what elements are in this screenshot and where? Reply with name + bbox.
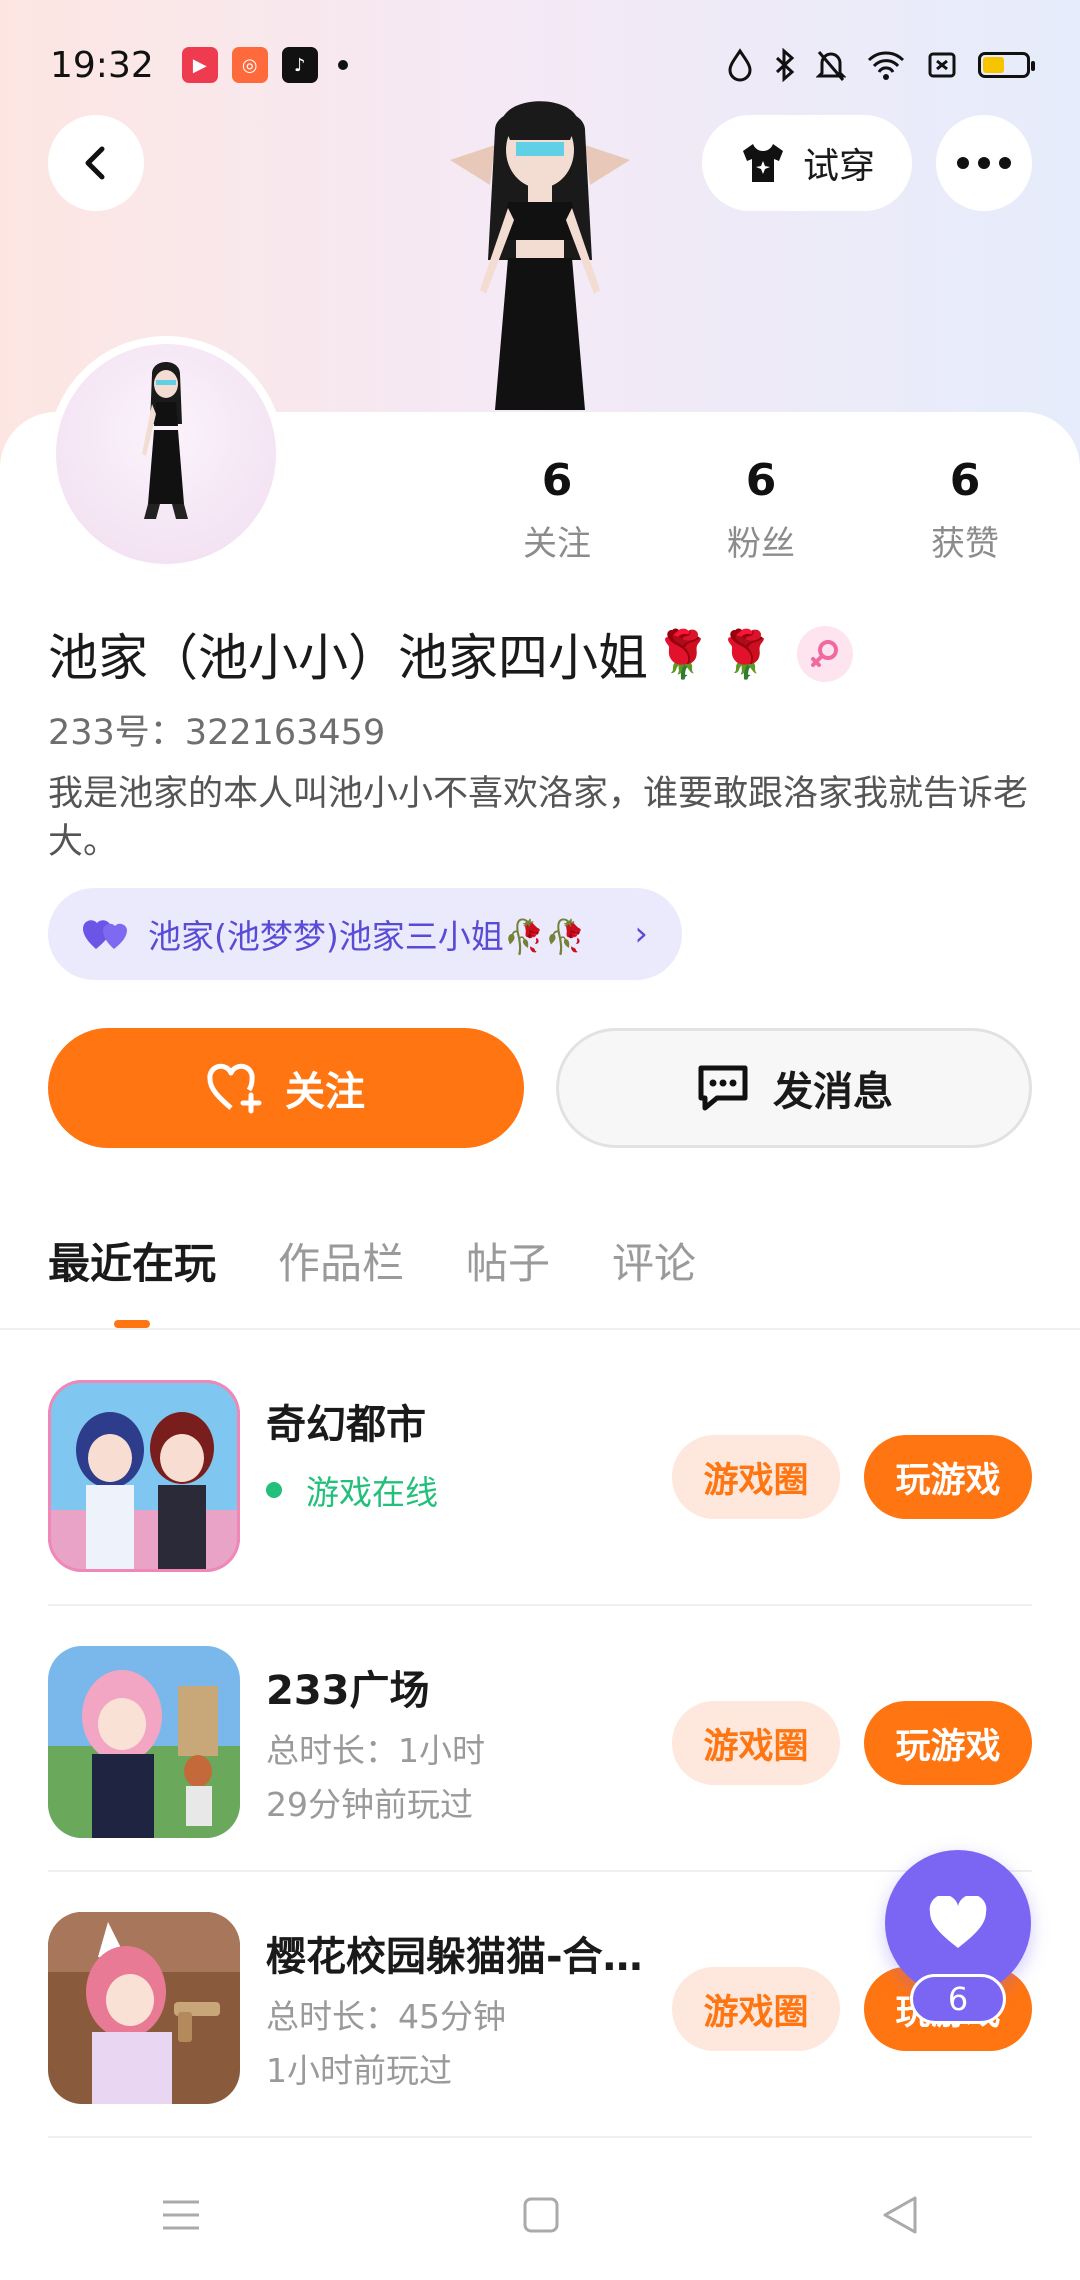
more-options-button[interactable] [936, 115, 1032, 211]
tshirt-icon [742, 144, 783, 182]
play-game-button[interactable]: 玩游戏 [864, 1701, 1032, 1785]
game-icon-233-plaza[interactable] [48, 1646, 240, 1838]
menu-icon[interactable] [161, 2198, 201, 2232]
notification-dot-icon [337, 60, 348, 70]
double-heart-icon [83, 920, 127, 949]
game-circle-button[interactable]: 游戏圈 [672, 1435, 840, 1519]
like-count-badge: 6 [910, 1974, 1006, 2024]
user-id: 233号：322163459 [48, 713, 386, 753]
profile-stats: 6 关注 6 粉丝 6 获赞 [0, 455, 1080, 585]
play-duration: 总时长：45分钟 [266, 1997, 506, 2036]
tab-label: 帖子 [466, 1239, 551, 1288]
tab-label: 作品栏 [278, 1239, 405, 1288]
tab-comments[interactable]: 评论 [612, 1230, 696, 1300]
likes-count: 6 [949, 455, 981, 506]
play-duration: 总时长：1小时 [266, 1731, 485, 1770]
back-button[interactable] [48, 115, 144, 211]
game-icon-qihuan[interactable] [48, 1380, 240, 1572]
try-on-label: 试穿 [802, 146, 875, 187]
relationship-text: 池家(池梦梦)池家三小姐🥀🥀 [148, 917, 586, 956]
more-dots-icon [957, 157, 1011, 169]
tabs-divider [0, 1328, 1080, 1330]
username: 池家（池小小）池家四小姐 🌹 🌹 [48, 618, 853, 690]
back-nav-icon[interactable] [881, 2195, 919, 2235]
online-status: 游戏在线 [266, 1466, 438, 1514]
tab-posts[interactable]: 帖子 [466, 1230, 550, 1300]
list-item[interactable]: 233广场 总时长：1小时 29分钟前玩过 游戏圈 玩游戏 [48, 1606, 1032, 1872]
following-count: 6 [541, 455, 573, 506]
tab-recently-played[interactable]: 最近在玩 [48, 1230, 217, 1328]
system-navigation-bar [0, 2150, 1080, 2280]
tab-works[interactable]: 作品栏 [278, 1230, 404, 1300]
game-circle-button[interactable]: 游戏圈 [672, 1701, 840, 1785]
play-game-button[interactable]: 玩游戏 [864, 1435, 1032, 1519]
water-drop-icon [728, 48, 752, 82]
last-played: 29分钟前玩过 [266, 1785, 473, 1824]
message-label: 发消息 [773, 1069, 893, 1115]
follow-label: 关注 [285, 1069, 365, 1115]
stat-followers[interactable]: 6 粉丝 [691, 455, 831, 565]
likes-label: 获赞 [931, 524, 999, 564]
last-played: 1小时前玩过 [266, 2051, 452, 2090]
rose-emoji: 🌹 [717, 626, 775, 681]
game-icon-sakura-school[interactable] [48, 1912, 240, 2104]
game-title: 233广场 [266, 1668, 430, 1714]
female-gender-icon [796, 626, 853, 682]
chat-bubble-icon [698, 1065, 748, 1111]
kuaishou-icon: ◎ [231, 47, 268, 83]
tiktok-icon: ♪ [281, 47, 318, 83]
list-item[interactable]: 樱花校园躲猫猫-合… 总时长：45分钟 1小时前玩过 游戏圈 玩游戏 [48, 1872, 1032, 2138]
followers-count: 6 [745, 455, 777, 506]
home-icon[interactable] [522, 2196, 560, 2234]
game-title: 樱花校园躲猫猫-合… [266, 1934, 643, 1980]
followers-label: 粉丝 [727, 524, 795, 564]
user-bio: 我是池家的本人叫池小小不喜欢洛家，谁要敢跟洛家我就告诉老大。 [48, 774, 1029, 862]
back-arrow-icon [85, 146, 105, 180]
send-message-button[interactable]: 发消息 [556, 1028, 1032, 1148]
tab-label: 最近在玩 [48, 1239, 217, 1288]
mute-bell-icon [816, 51, 846, 81]
video-app-icon: ▶ [181, 47, 218, 83]
battery-icon [978, 52, 1035, 78]
stat-following[interactable]: 6 关注 [487, 455, 627, 565]
heart-icon [929, 1896, 987, 1948]
following-label: 关注 [523, 524, 591, 564]
rose-emoji: 🌹 [654, 626, 712, 681]
no-sim-icon [928, 52, 956, 78]
try-on-button[interactable]: 试穿 [702, 115, 912, 211]
heart-plus-icon [207, 1063, 262, 1114]
online-dot-icon [266, 1482, 282, 1498]
stat-likes[interactable]: 6 获赞 [895, 455, 1035, 565]
relationship-tag[interactable]: 池家(池梦梦)池家三小姐🥀🥀 › [48, 888, 682, 980]
game-title: 奇幻都市 [266, 1402, 426, 1448]
game-circle-button[interactable]: 游戏圈 [672, 1967, 840, 2051]
bluetooth-icon [775, 48, 795, 82]
status-time: 19:32 [50, 44, 154, 86]
profile-tabs: 最近在玩 作品栏 帖子 评论 [48, 1230, 696, 1328]
row-divider [48, 2136, 1032, 2138]
tab-label: 评论 [612, 1239, 697, 1288]
avatar-3d-figure [450, 101, 630, 410]
wifi-icon [867, 51, 905, 80]
follow-button[interactable]: 关注 [48, 1028, 524, 1148]
online-status-text: 游戏在线 [306, 1473, 438, 1512]
chevron-right-icon: › [634, 914, 648, 954]
list-item[interactable]: 奇幻都市 游戏在线 游戏圈 玩游戏 [48, 1340, 1032, 1606]
active-tab-indicator [114, 1320, 150, 1328]
username-text: 池家（池小小）池家四小姐 [48, 629, 648, 687]
